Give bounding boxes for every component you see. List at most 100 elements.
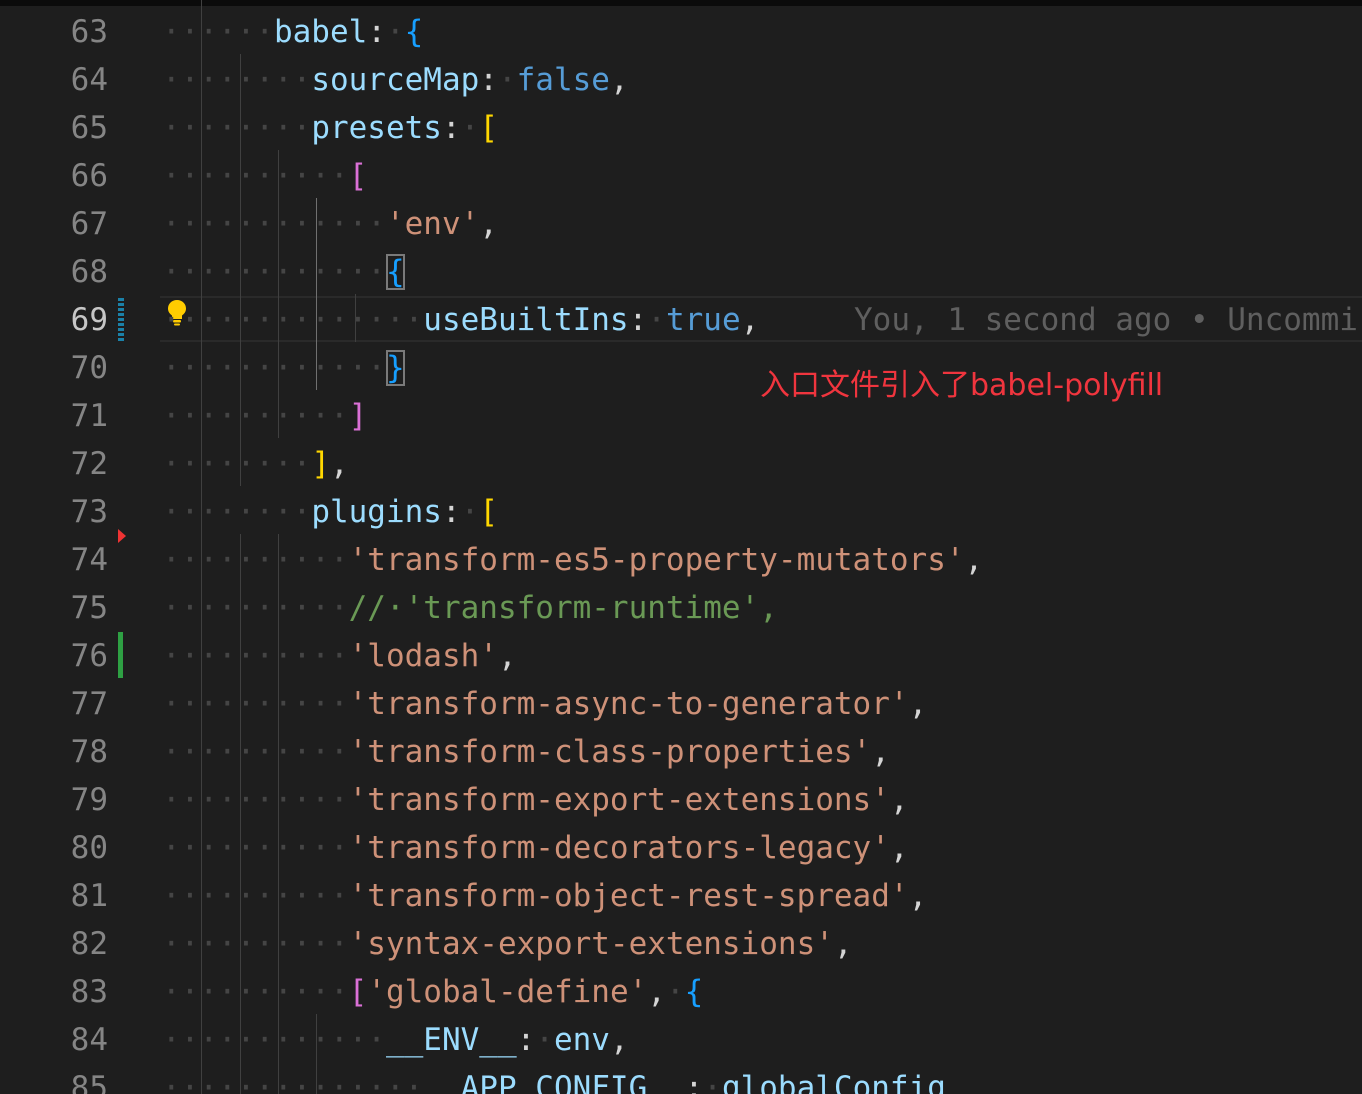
code-token: · <box>460 494 480 530</box>
code-token: [ <box>479 494 498 530</box>
code-line[interactable]: 84 ············__ENV__:·env, <box>0 1016 1362 1064</box>
code-line[interactable]: 80 ··········'transform-decorators-legacy… <box>0 824 1362 872</box>
whitespace-dots: ············ <box>162 1022 386 1058</box>
code-token: globalConfig <box>721 1070 946 1094</box>
code-line[interactable]: 65 ········presets:·[ <box>0 104 1362 152</box>
line-number: 71 <box>70 398 108 434</box>
code-line[interactable]: 67 ············'env', <box>0 200 1362 248</box>
code-token: { <box>684 974 704 1010</box>
code-token: : <box>441 110 461 146</box>
code-line[interactable]: 63 ······babel:·{ <box>0 8 1362 56</box>
whitespace-dots: ·········· <box>162 686 349 722</box>
whitespace-dots: ·········· <box>162 878 349 914</box>
code-line[interactable]: 79 ··········'transform-export-extensions… <box>0 776 1362 824</box>
code-line[interactable]: 83 ··········['global-define',·{ <box>0 968 1362 1016</box>
code-token: · <box>647 302 666 338</box>
line-number: 82 <box>70 926 108 962</box>
editor-top-edge <box>0 0 1362 6</box>
code-token: , <box>740 302 760 338</box>
code-line[interactable]: 66 ··········[ <box>0 152 1362 200</box>
line-number: 64 <box>70 62 108 98</box>
code-token: true <box>665 302 741 338</box>
code-text: ··········[ <box>162 152 367 200</box>
line-number: 79 <box>70 782 108 818</box>
code-line[interactable]: 82 ··········'syntax-export-extensions', <box>0 920 1362 968</box>
code-text: ········presets:·[ <box>162 104 498 152</box>
code-line[interactable]: 64 ········sourceMap:·false, <box>0 56 1362 104</box>
code-token: : <box>367 14 386 50</box>
line-number: 74 <box>70 542 108 578</box>
code-token: ] <box>311 446 330 482</box>
code-token: 'lodash' <box>348 638 498 674</box>
line-number: 81 <box>70 878 108 914</box>
code-token: , <box>833 926 853 962</box>
code-token: false <box>516 62 610 98</box>
code-text: ··········'lodash', <box>162 632 517 680</box>
code-token: , <box>329 446 349 482</box>
code-token: · <box>385 14 405 50</box>
code-line[interactable]: 74 ··········'transform-es5-property-muta… <box>0 536 1362 584</box>
whitespace-dots: ············ <box>162 206 386 242</box>
code-line[interactable]: 85 ··············__APP_CONFIG__:·globalCo… <box>0 1064 1362 1094</box>
line-number: 69 <box>70 302 108 338</box>
whitespace-dots: ············ <box>162 254 386 290</box>
code-token: : <box>516 1022 536 1058</box>
code-line[interactable]: 72 ········], <box>0 440 1362 488</box>
line-number: 66 <box>70 158 108 194</box>
code-text: ······babel:·{ <box>162 8 423 56</box>
line-number: 77 <box>70 686 108 722</box>
code-text: ········plugins:·[ <box>162 488 498 536</box>
whitespace-dots: ············ <box>162 350 386 386</box>
code-token: useBuiltIns <box>423 302 629 338</box>
whitespace-dots: ·········· <box>162 974 349 1010</box>
whitespace-dots: ·········· <box>162 542 349 578</box>
whitespace-dots: ·········· <box>162 926 349 962</box>
code-text: ··········['global-define',·{ <box>162 968 703 1016</box>
code-token: ] <box>348 398 368 434</box>
code-line[interactable]: 76 ··········'lodash', <box>0 632 1362 680</box>
whitespace-dots: ········ <box>162 62 312 98</box>
code-token: · <box>460 110 480 146</box>
code-text: ············__ENV__:·env, <box>162 1016 629 1064</box>
line-number: 67 <box>70 206 108 242</box>
whitespace-dots: ········ <box>162 110 312 146</box>
code-text: ········], <box>162 440 349 488</box>
whitespace-dots: ········ <box>162 446 312 482</box>
code-line[interactable]: 75 ··········//·'transform-runtime', <box>0 584 1362 632</box>
code-line[interactable]: 78 ··········'transform-class-properties'… <box>0 728 1362 776</box>
whitespace-dots: ·········· <box>162 830 349 866</box>
code-line[interactable]: 77 ··········'transform-async-to-generato… <box>0 680 1362 728</box>
code-token: plugins <box>311 494 442 530</box>
git-blame-inline: You, 1 second ago • Uncommi <box>854 302 1358 338</box>
code-line[interactable]: 73 ········plugins:·[ <box>0 488 1362 536</box>
code-text: ············{ <box>162 248 405 296</box>
code-token: 'transform-export-extensions' <box>348 782 890 818</box>
line-number: 63 <box>70 14 108 50</box>
whitespace-dots: ······ <box>162 14 274 50</box>
code-token: //·'transform-runtime', <box>348 590 778 626</box>
matched-bracket: { <box>385 254 405 290</box>
code-token: : <box>479 62 498 98</box>
line-number: 72 <box>70 446 108 482</box>
matched-bracket: } <box>385 350 405 386</box>
code-token: 'global-define' <box>367 974 648 1010</box>
code-text: ··············__APP_CONFIG__:·globalConf… <box>162 1064 946 1094</box>
line-number: 76 <box>70 638 108 674</box>
whitespace-dots: ·········· <box>162 158 349 194</box>
code-token: , <box>908 686 928 722</box>
code-token: 'transform-object-rest-spread' <box>348 878 909 914</box>
code-token: , <box>871 734 890 770</box>
code-token: [ <box>348 974 368 1010</box>
code-line[interactable]: 68 ············{ <box>0 248 1362 296</box>
code-token: , <box>889 782 909 818</box>
code-editor[interactable]: 63 ······babel:·{64 ········sourceMap:·fal… <box>0 0 1362 1094</box>
code-token: , <box>964 542 984 578</box>
line-number: 78 <box>70 734 108 770</box>
code-token: presets <box>311 110 442 146</box>
code-line[interactable]: 81 ··········'transform-object-rest-sprea… <box>0 872 1362 920</box>
code-token: [ <box>348 158 368 194</box>
code-text: ··········'transform-object-rest-spread'… <box>162 872 927 920</box>
code-token: 'transform-decorators-legacy' <box>348 830 890 866</box>
line-number: 73 <box>70 494 108 530</box>
code-token: __APP_CONFIG__ <box>423 1070 685 1094</box>
